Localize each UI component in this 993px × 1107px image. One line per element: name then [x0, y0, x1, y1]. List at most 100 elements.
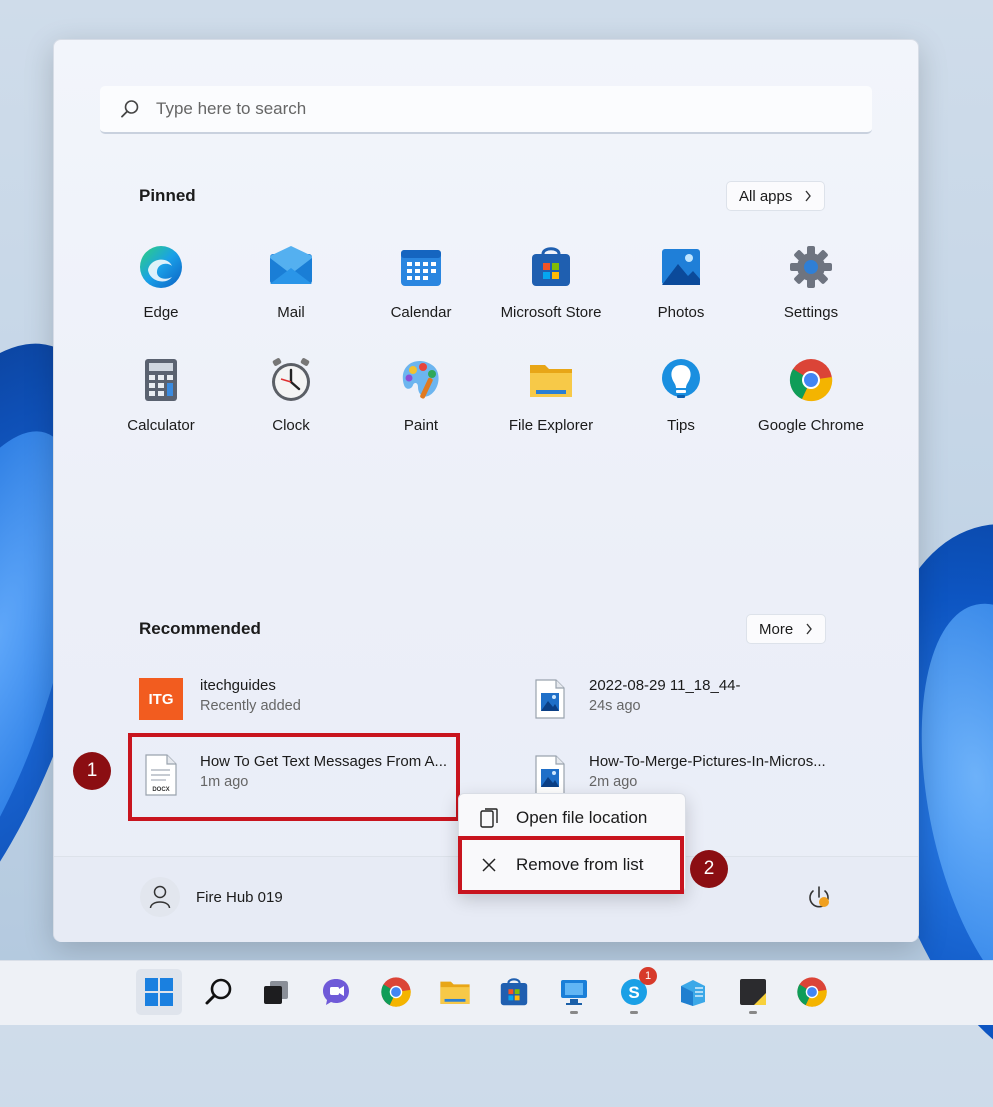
notification-badge: 1	[639, 967, 657, 985]
power-update-icon	[809, 886, 829, 908]
highlight-box-2	[458, 836, 684, 894]
calculator-icon	[138, 357, 184, 403]
recommended-item-title: 2022-08-29 11_18_44-	[589, 677, 741, 694]
remote-desktop-icon	[561, 980, 587, 1005]
taskbar-start-button[interactable]	[136, 969, 182, 1015]
highlight-box-1	[128, 733, 460, 821]
taskbar-chrome-button[interactable]	[373, 969, 419, 1015]
windows-start-icon	[145, 978, 173, 1006]
app-label: Calendar	[390, 304, 452, 321]
app-label: Calculator	[127, 417, 195, 434]
app-label: Google Chrome	[758, 417, 864, 434]
teams-chat-icon	[323, 979, 349, 1005]
recommended-item-subtitle: 24s ago	[589, 698, 641, 714]
more-button[interactable]: More	[746, 614, 827, 644]
sticky-notes-icon	[740, 979, 766, 1005]
running-indicator	[749, 1011, 757, 1014]
chrome-icon	[788, 357, 834, 403]
all-apps-label: All apps	[739, 187, 793, 205]
taskbar-store-button[interactable]	[491, 969, 537, 1015]
chevron-right-icon	[805, 190, 812, 202]
pinned-app-tips[interactable]: Tips	[616, 353, 746, 453]
recommended-item-subtitle: Recently added	[200, 698, 301, 714]
taskbar-remote-desktop-button[interactable]	[551, 969, 597, 1015]
app-label: Edge	[143, 304, 179, 321]
chrome-icon	[381, 977, 411, 1007]
calendar-icon	[398, 244, 444, 290]
file-explorer-icon	[440, 981, 470, 1004]
folder-icon	[528, 357, 574, 403]
search-icon	[121, 100, 139, 118]
app-label: Clock	[272, 417, 310, 434]
paint-icon	[398, 357, 444, 403]
user-name: Fire Hub 019	[196, 888, 283, 906]
pinned-app-edge[interactable]: Edge	[96, 240, 226, 340]
taskbar-skype-button[interactable]: S 1	[611, 967, 657, 1015]
recommended-item-title: itechguides	[200, 677, 276, 694]
taskbar-chrome-button-2[interactable]	[789, 969, 835, 1015]
user-account-button[interactable]: Fire Hub 019	[140, 877, 283, 917]
recommended-item-itechguides[interactable]: ITG itechguides Recently added	[139, 677, 301, 721]
pinned-app-calendar[interactable]: Calendar	[356, 240, 486, 340]
gear-icon	[788, 244, 834, 290]
app-label: Photos	[657, 304, 705, 321]
taskbar-chat-button[interactable]	[313, 969, 359, 1015]
more-label: More	[759, 620, 794, 638]
context-menu-label: Open file location	[516, 808, 648, 827]
store-icon	[500, 978, 528, 1006]
recommended-title: Recommended	[139, 619, 261, 638]
search-box[interactable]: Type here to search	[100, 86, 872, 134]
pinned-app-calculator[interactable]: Calculator	[96, 353, 226, 453]
pinned-app-photos[interactable]: Photos	[616, 240, 746, 340]
pinned-app-clock[interactable]: Clock	[226, 353, 356, 453]
app-label: Settings	[783, 304, 839, 321]
lightbulb-icon	[658, 357, 704, 403]
mail-icon	[268, 244, 314, 290]
running-indicator	[570, 1011, 578, 1014]
app-label: Paint	[403, 417, 439, 434]
pinned-title: Pinned	[139, 186, 196, 205]
chevron-right-icon	[806, 623, 813, 635]
app-label: Mail	[277, 304, 305, 321]
app-label: Tips	[667, 417, 695, 434]
image-file-icon	[528, 753, 572, 797]
running-indicator	[630, 1011, 638, 1014]
pinned-app-mail[interactable]: Mail	[226, 240, 356, 340]
taskbar-task-view-button[interactable]	[253, 969, 299, 1015]
pinned-app-google-chrome[interactable]: Google Chrome	[746, 353, 876, 453]
search-icon	[205, 978, 232, 1005]
taskbar-file-explorer-button[interactable]	[432, 969, 478, 1015]
photos-icon	[658, 244, 704, 290]
recommended-item-title: How-To-Merge-Pictures-In-Micros...	[589, 753, 826, 770]
taskbar-azure-data-button[interactable]	[670, 969, 716, 1015]
context-menu-open-file-location[interactable]: Open file location	[459, 796, 685, 840]
task-view-icon	[264, 981, 288, 1004]
search-placeholder: Type here to search	[156, 99, 307, 118]
user-icon	[149, 885, 171, 909]
taskbar: S 1	[0, 960, 993, 1025]
edge-icon	[138, 244, 184, 290]
recommended-item-subtitle: 2m ago	[589, 774, 638, 790]
pinned-app-settings[interactable]: Settings	[746, 240, 876, 340]
store-icon	[528, 244, 574, 290]
itg-logo-icon: ITG	[139, 677, 183, 721]
image-file-icon	[528, 677, 572, 721]
pinned-app-paint[interactable]: Paint	[356, 353, 486, 453]
avatar	[140, 877, 180, 917]
recommended-item-screenshot[interactable]: 2022-08-29 11_18_44- 24s ago	[528, 677, 741, 721]
file-location-icon	[477, 807, 501, 829]
all-apps-button[interactable]: All apps	[726, 181, 826, 211]
pinned-app-microsoft-store[interactable]: Microsoft Store	[486, 240, 616, 340]
annotation-badge-1: 1	[73, 752, 111, 790]
recommended-item-merge-pictures[interactable]: How-To-Merge-Pictures-In-Micros... 2m ag…	[528, 753, 826, 797]
pinned-app-file-explorer[interactable]: File Explorer	[486, 353, 616, 453]
azure-data-icon	[681, 980, 705, 1006]
power-button[interactable]	[806, 885, 832, 916]
app-label: File Explorer	[508, 417, 594, 434]
taskbar-sticky-notes-button[interactable]	[730, 969, 776, 1015]
annotation-badge-2: 2	[690, 850, 728, 888]
clock-icon	[268, 357, 314, 403]
taskbar-search-button[interactable]	[196, 969, 242, 1015]
itg-logo-text: ITG	[139, 678, 183, 720]
svg-text:S: S	[628, 983, 639, 1002]
